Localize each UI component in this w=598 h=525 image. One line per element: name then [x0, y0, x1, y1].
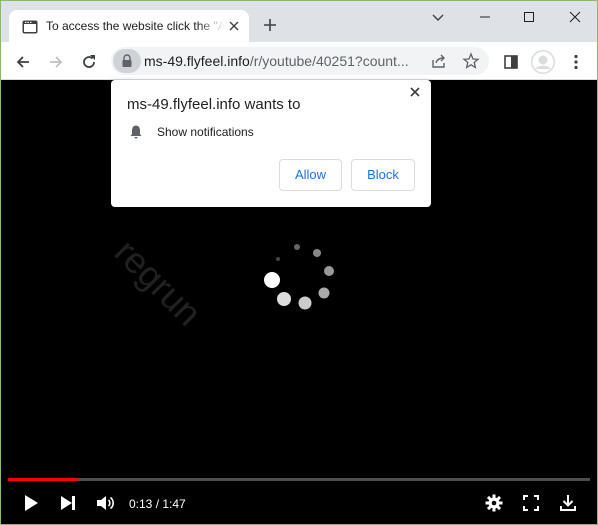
- video-progress-bar[interactable]: [8, 478, 590, 481]
- fullscreen-icon[interactable]: [521, 493, 541, 513]
- close-tab-icon[interactable]: [226, 18, 242, 34]
- kebab-menu-icon[interactable]: [566, 52, 586, 72]
- settings-gear-icon[interactable]: [484, 493, 504, 513]
- tab-title: To access the website click the "Allow" …: [46, 19, 224, 33]
- reload-icon[interactable]: [79, 52, 99, 72]
- next-video-icon[interactable]: [58, 493, 78, 513]
- video-time: 0:13 / 1:47: [129, 497, 186, 511]
- minimize-icon[interactable]: [475, 7, 495, 27]
- popup-title: ms-49.flyfeel.info wants to: [127, 96, 301, 113]
- url-path: /r/youtube/40251?count...: [249, 53, 409, 69]
- close-popup-icon[interactable]: [407, 84, 423, 100]
- browser-toolbar: ms-49.flyfeel.info/r/youtube/40251?count…: [1, 42, 597, 80]
- url-host: ms-49.flyfeel.info: [144, 53, 250, 69]
- close-window-icon[interactable]: [565, 7, 585, 27]
- window-icon: [22, 20, 38, 34]
- active-tab[interactable]: To access the website click the "Allow" …: [9, 10, 249, 43]
- new-tab-icon[interactable]: [262, 17, 278, 33]
- block-button[interactable]: Block: [351, 159, 415, 191]
- url-text[interactable]: ms-49.flyfeel.info/r/youtube/40251?count…: [144, 53, 416, 69]
- download-icon[interactable]: [558, 493, 578, 513]
- notification-permission-popup: ms-49.flyfeel.info wants to Show notific…: [111, 80, 431, 207]
- browser-window: To access the website click the "Allow" …: [0, 0, 598, 525]
- profile-avatar[interactable]: [531, 50, 555, 74]
- tab-search-chevron-icon[interactable]: [428, 7, 448, 27]
- volume-icon[interactable]: [95, 493, 115, 513]
- permission-label: Show notifications: [157, 125, 254, 139]
- play-icon[interactable]: [21, 493, 41, 513]
- bookmark-star-icon[interactable]: [462, 52, 480, 70]
- site-info-button[interactable]: [113, 49, 141, 73]
- bell-icon: [130, 125, 142, 139]
- profile-icon: [531, 50, 555, 74]
- share-icon[interactable]: [430, 53, 448, 69]
- video-progress-played: [8, 478, 78, 481]
- allow-button[interactable]: Allow: [279, 159, 342, 191]
- tab-strip: To access the website click the "Allow" …: [1, 1, 597, 43]
- lock-icon: [122, 54, 132, 67]
- back-icon[interactable]: [13, 52, 33, 72]
- maximize-icon[interactable]: [519, 7, 539, 27]
- side-panel-icon[interactable]: [501, 52, 521, 72]
- forward-icon[interactable]: [46, 52, 66, 72]
- address-bar[interactable]: ms-49.flyfeel.info/r/youtube/40251?count…: [111, 47, 489, 75]
